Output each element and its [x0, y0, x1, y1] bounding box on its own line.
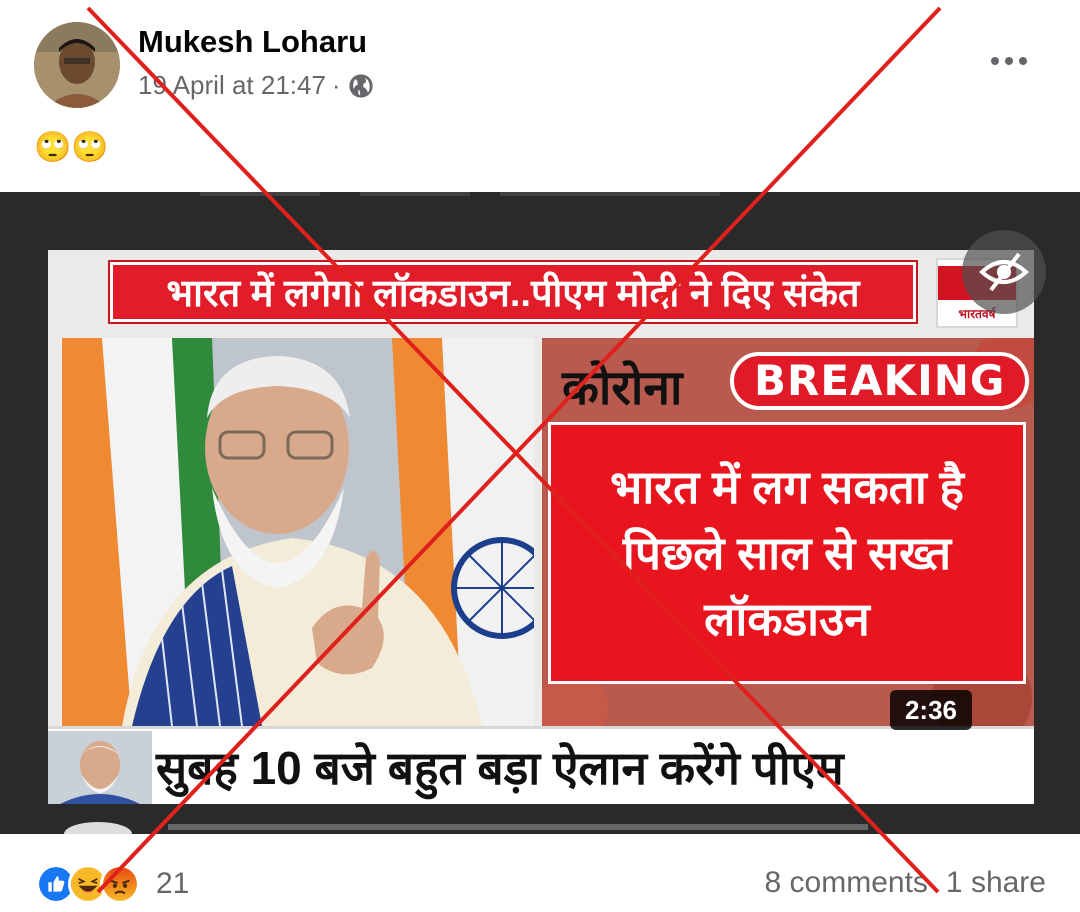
post-text: 🙄🙄	[34, 131, 109, 164]
author-name[interactable]: Mukesh Loharu	[138, 24, 367, 60]
breaking-line-3: लॉकडाउन	[704, 593, 870, 645]
breaking-panel: कोरोना BREAKING भारत में लग सकता है पिछल…	[542, 338, 1034, 726]
video-meta-ghost	[200, 192, 740, 209]
globe-icon[interactable]	[347, 72, 375, 100]
corona-label: कोरोना	[562, 362, 683, 415]
more-options-button[interactable]	[984, 44, 1034, 78]
video-title-ghost	[58, 818, 1038, 834]
reaction-count[interactable]: 21	[156, 867, 189, 901]
breaking-badge: BREAKING	[730, 352, 1030, 410]
video-duration: 2:36	[890, 690, 972, 730]
comments-count[interactable]: 8 comments	[765, 866, 928, 900]
video-thumbnail[interactable]: भारत में लगेगा लॉकडाउन..पीएम मोदी ने दिए…	[48, 250, 1034, 804]
reactions-summary[interactable]: 21	[36, 864, 189, 904]
eye-slash-icon	[979, 252, 1029, 292]
breaking-text-box: भारत में लग सकता है पिछले साल से सख्त लॉ…	[548, 422, 1026, 684]
post-footer: 21 8 comments 1 share	[0, 834, 1080, 912]
ticker-thumbnail	[48, 731, 152, 804]
news-ticker: सुबह 10 बजे बहुत बड़ा ऐलान करेंगे पीएम	[48, 726, 1034, 804]
angry-reaction-icon	[100, 864, 140, 904]
post-image[interactable]: भारत में लगेगा लॉकडाउन..पीएम मोदी ने दिए…	[0, 192, 1080, 834]
speaker-photo	[62, 338, 534, 726]
more-horizontal-icon	[991, 57, 1027, 65]
news-headline: भारत में लगेगा लॉकडाउन..पीएम मोदी ने दिए…	[108, 260, 918, 324]
breaking-line-2: पिछले साल से सख्त	[622, 527, 952, 579]
shares-count[interactable]: 1 share	[946, 866, 1046, 900]
post-meta: 19 April at 21:47 ·	[138, 70, 375, 101]
meta-separator: ·	[331, 70, 341, 100]
hide-image-button[interactable]	[962, 230, 1046, 314]
ticker-text: सुबह 10 बजे बहुत बड़ा ऐलान करेंगे पीएम	[156, 742, 844, 794]
engagement-counts: 8 comments 1 share	[765, 866, 1046, 900]
post-timestamp[interactable]: 19 April at 21:47	[138, 70, 326, 101]
breaking-line-1: भारत में लग सकता है	[610, 461, 964, 513]
avatar[interactable]	[34, 22, 120, 108]
facebook-post: Mukesh Loharu 19 April at 21:47 · 🙄🙄 भार…	[0, 0, 1080, 912]
